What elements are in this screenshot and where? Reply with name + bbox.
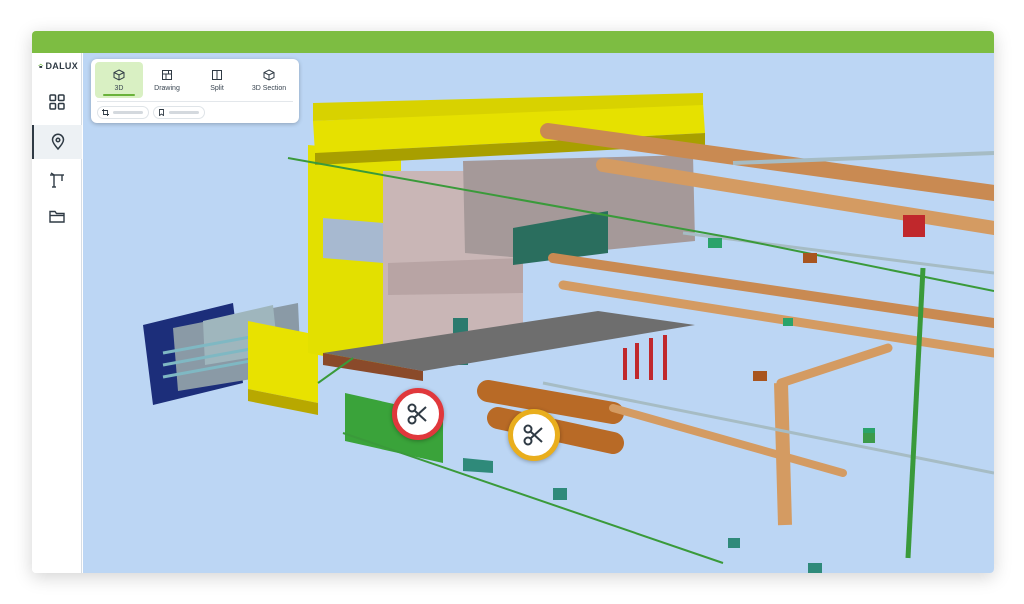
- cube-icon: [113, 68, 125, 81]
- bim-model-scene[interactable]: [83, 53, 994, 573]
- drawing-icon: [162, 69, 172, 80]
- tab-drawing-label: Drawing: [154, 84, 180, 92]
- tab-split[interactable]: Split: [193, 62, 241, 98]
- sidebar-item-location[interactable]: [32, 125, 82, 159]
- split-icon: [212, 69, 222, 80]
- tab-3d-section[interactable]: 3D Section: [245, 62, 293, 98]
- sidebar: DALUX: [32, 53, 82, 573]
- 3d-viewport[interactable]: 3D Drawing Split 3D Section: [83, 53, 994, 573]
- tab-split-label: Split: [210, 84, 224, 92]
- clash-marker-red[interactable]: [392, 388, 444, 440]
- toolbar-divider: [97, 101, 293, 102]
- sidebar-item-overview[interactable]: [32, 85, 82, 119]
- logo-text: DALUX: [45, 61, 78, 71]
- clash-marker-yellow[interactable]: [508, 409, 560, 461]
- tab-drawing[interactable]: Drawing: [143, 62, 191, 98]
- tab-3d-section-label: 3D Section: [251, 84, 287, 92]
- crane-icon: [50, 172, 64, 188]
- logo: DALUX: [38, 59, 78, 73]
- bookmark-icon: [159, 109, 164, 116]
- scissors-icon: [523, 424, 543, 446]
- map-pin-icon: [51, 133, 65, 151]
- crop-icon: [102, 109, 109, 116]
- scissors-icon: [407, 403, 427, 425]
- tab-3d-label: 3D: [114, 84, 124, 92]
- sidebar-item-files[interactable]: [32, 199, 82, 233]
- dalux-logo-icon: [38, 63, 44, 68]
- folder-icon: [49, 210, 65, 223]
- crop-chip[interactable]: [97, 106, 149, 119]
- bookmark-chip-bar: [169, 111, 199, 114]
- bookmark-chip[interactable]: [153, 106, 205, 119]
- crop-chip-bar: [113, 111, 143, 114]
- sidebar-item-site[interactable]: [32, 163, 82, 197]
- app-window: DALUX 3D Drawing Split 3D Section: [32, 31, 994, 573]
- grid-icon: [49, 94, 65, 110]
- section-cube-icon: [263, 68, 275, 81]
- tab-3d[interactable]: 3D: [95, 62, 143, 98]
- view-mode-toolbar: 3D Drawing Split 3D Section: [91, 59, 299, 123]
- top-bar: [32, 31, 994, 53]
